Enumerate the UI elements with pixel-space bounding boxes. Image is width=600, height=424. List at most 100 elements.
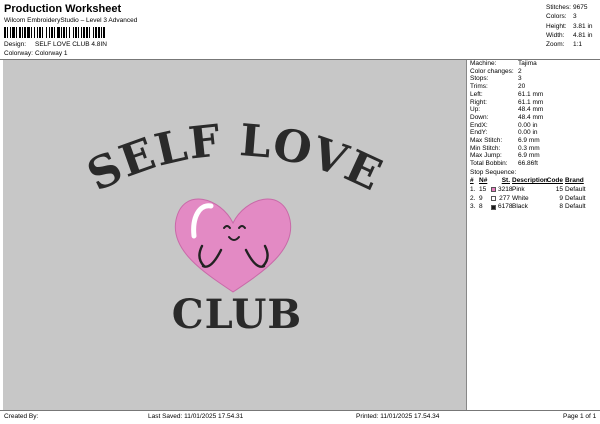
machine-info-label: EndY: <box>470 129 488 137</box>
machine-info-label: Right: <box>470 98 487 106</box>
stat-label: Width: <box>546 31 565 39</box>
page-number: Page 1 of 1 <box>563 413 597 420</box>
color-swatch <box>491 187 498 193</box>
stat-row: Zoom: 1:1 <box>546 40 598 49</box>
machine-info-label: Max Jump: <box>470 152 502 160</box>
machine-info-label: Machine: <box>470 60 497 67</box>
stop-sequence-header: # N# St. Description Code Brand <box>470 177 598 186</box>
stat-label: Height: <box>546 22 567 30</box>
machine-info-row: Trims: 20 <box>470 83 598 91</box>
machine-info-row: Machine: Tajima <box>470 60 598 68</box>
machine-info-label: Stops: <box>470 75 489 83</box>
machine-info-label: Color changes: <box>470 67 514 75</box>
colorway-value: Colorway 1 <box>35 50 68 57</box>
stitch-count: 6178 <box>498 203 513 211</box>
last-saved: Last Saved: 11/01/2025 17.54.31 <box>148 413 244 420</box>
stop-sequence-title: Stop Sequence: <box>470 168 517 176</box>
machine-info-label: Max Stitch: <box>470 137 503 145</box>
stop-index: 2. <box>470 194 476 202</box>
color-swatch <box>491 204 498 210</box>
stat-label: Zoom: <box>546 41 565 49</box>
col-header-index: # <box>470 177 474 185</box>
machine-info-list: Machine: Tajima Color changes: 2 Stops: 3 Trim… <box>470 60 598 168</box>
machine-info-row: Stops: 3 <box>470 75 598 83</box>
production-worksheet: Production Worksheet Wilcom EmbroiderySt… <box>0 0 600 424</box>
colorway-label: Colorway: <box>4 50 33 57</box>
machine-info-row: Color changes: 2 <box>470 68 598 76</box>
color-code: 9 <box>559 194 563 202</box>
thread-color-swatch <box>491 204 496 210</box>
thread-color-swatch <box>491 187 496 193</box>
design-stats: Stitches: 9675 Colors: 3 Height: 3.81 in Wi… <box>546 3 598 49</box>
top-arc-textpath: SELF LOVE <box>80 115 389 201</box>
top-arc-text: SELF LOVE <box>80 115 390 201</box>
machine-info-value: 6.9 mm <box>518 152 540 160</box>
stat-row: Colors: 3 <box>546 12 598 21</box>
machine-info-label: Left: <box>470 90 483 98</box>
stitch-count: 3218 <box>498 185 513 193</box>
embroidery-preview: SELF LOVE CLUB <box>80 115 390 338</box>
created-by: Created By: <box>4 413 39 420</box>
stat-value: 1:1 <box>573 41 583 49</box>
machine-info-value: 0.3 mm <box>518 144 540 152</box>
color-swatch <box>491 196 498 202</box>
machine-info-row: Total Bobbin: 66.86ft <box>470 160 598 168</box>
table-row: 2. 9 277 White 9 Default <box>470 194 598 203</box>
stat-value: 9675 <box>573 4 588 11</box>
page-title: Production Worksheet <box>4 3 122 15</box>
needle-number: 15 <box>479 185 487 193</box>
machine-info-value: 61.1 mm <box>518 90 544 98</box>
stat-value: 3.81 in <box>573 22 593 30</box>
printed-date: Printed: 11/01/2025 17.54.34 <box>356 413 440 420</box>
stop-index: 3. <box>470 203 476 211</box>
bottom-text: CLUB <box>172 291 302 338</box>
machine-info-row: EndY: 0.00 in <box>470 129 598 137</box>
thread-brand: Default <box>565 194 586 202</box>
color-description: White <box>512 194 529 202</box>
col-header-code: Code <box>546 177 563 185</box>
stat-row: Stitches: 9675 <box>546 3 598 12</box>
stat-row: Height: 3.81 in <box>546 22 598 31</box>
barcode <box>4 27 157 38</box>
stitch-count: 277 <box>499 194 510 202</box>
color-code: 15 <box>555 185 563 193</box>
machine-info-value: 61.1 mm <box>518 98 544 106</box>
machine-info-label: Min Stitch: <box>470 144 501 152</box>
machine-info-panel: Machine: Tajima Color changes: 2 Stops: 3 Trim… <box>470 60 598 212</box>
stat-label: Colors: <box>546 13 567 21</box>
stop-index: 1. <box>470 185 476 193</box>
machine-info-row: Left: 61.1 mm <box>470 91 598 99</box>
machine-info-row: Up: 48.4 mm <box>470 106 598 114</box>
col-header-stitches: St. <box>501 177 510 185</box>
color-description: Pink <box>512 185 525 193</box>
color-code: 8 <box>559 203 563 211</box>
machine-info-value: 20 <box>518 83 526 91</box>
heart-character <box>174 198 292 293</box>
machine-info-value: 66.86ft <box>518 160 538 168</box>
software-name: Wilcom EmbroideryStudio – Level 3 Advanc… <box>4 17 138 24</box>
needle-number: 9 <box>479 194 483 202</box>
colorway-row: Colorway: Colorway 1 <box>4 50 68 57</box>
machine-info-value: 0.00 in <box>518 121 538 129</box>
machine-info-row: Max Stitch: 6.9 mm <box>470 137 598 145</box>
machine-info-row: Max Jump: 6.9 mm <box>470 152 598 160</box>
machine-info-label: Trims: <box>470 83 488 91</box>
stat-value: 3 <box>573 13 577 21</box>
table-row: 1. 15 3218 Pink 15 Default <box>470 185 598 194</box>
design-preview: SELF LOVE CLUB <box>3 60 467 410</box>
thread-brand: Default <box>565 203 586 211</box>
thread-brand: Default <box>565 185 586 193</box>
color-description: Black <box>512 203 528 211</box>
machine-info-label: Up: <box>470 106 481 114</box>
stat-label: Stitches: <box>546 4 571 11</box>
machine-info-label: Total Bobbin: <box>470 160 508 168</box>
stat-row: Width: 4.81 in <box>546 31 598 40</box>
machine-info-value: Tajima <box>518 60 537 67</box>
machine-info-label: Down: <box>470 113 489 121</box>
machine-info-row: Right: 61.1 mm <box>470 99 598 107</box>
machine-info-value: 48.4 mm <box>518 106 544 114</box>
needle-number: 8 <box>479 203 483 211</box>
design-value: SELF LOVE CLUB 4.8IN <box>35 41 107 48</box>
machine-info-value: 48.4 mm <box>518 113 544 121</box>
col-header-description: Description <box>512 177 548 185</box>
